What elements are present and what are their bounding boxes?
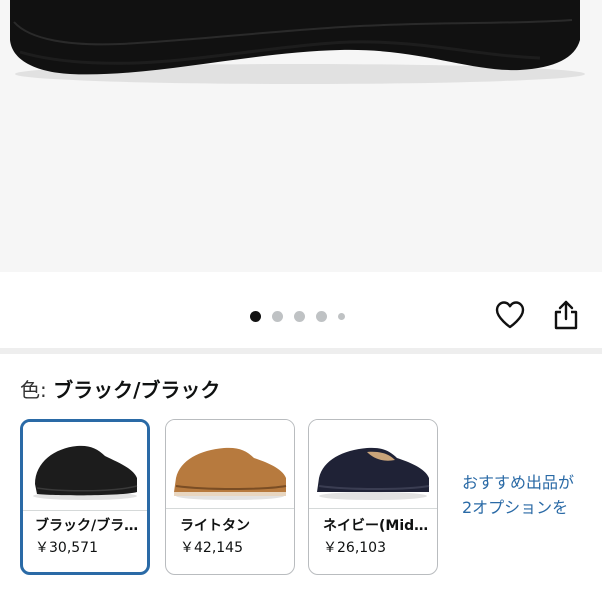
product-image[interactable] <box>0 0 602 272</box>
variant-swatch-light-tan[interactable]: ライトタン ￥42,145 <box>165 419 295 575</box>
share-button[interactable] <box>549 298 583 332</box>
more-offers-link[interactable]: おすすめ出品が 2オプションを <box>462 470 602 520</box>
color-label: 色: <box>20 378 54 402</box>
shoe-image <box>0 0 602 272</box>
carousel-dot-4[interactable] <box>316 310 327 322</box>
variant-price: ￥42,145 <box>180 540 243 556</box>
color-selected-value: ブラック/ブラック <box>53 378 221 402</box>
more-offers-line-1: おすすめ出品が <box>462 473 575 492</box>
carousel-dots <box>250 310 345 322</box>
variant-thumbnail <box>23 422 147 510</box>
variant-swatch-black[interactable]: ブラック/ブラック ￥30,571 <box>20 419 150 575</box>
variant-price: ￥26,103 <box>323 540 386 556</box>
variant-thumbnail <box>166 420 294 508</box>
variant-name: ブラック/ブラック <box>35 518 141 534</box>
carousel-dot-1[interactable] <box>250 310 261 322</box>
variant-name: ライトタン <box>180 518 250 534</box>
carousel-dot-2[interactable] <box>272 310 283 322</box>
heart-outline-icon <box>495 301 525 329</box>
carousel-dot-3[interactable] <box>294 310 305 322</box>
section-divider <box>0 348 602 354</box>
variant-swatch-navy[interactable]: ネイビー(Midnight Navy) ￥26,103 <box>308 419 438 575</box>
color-selection-label: 色: ブラック/ブラック <box>20 377 220 403</box>
carousel-dot-5[interactable] <box>338 312 345 320</box>
variant-price: ￥30,571 <box>35 540 98 556</box>
share-icon <box>554 300 578 330</box>
image-carousel-bar <box>0 272 602 348</box>
variant-name: ネイビー(Midnight Navy) <box>323 518 429 534</box>
more-offers-line-2: 2オプションを <box>462 498 569 517</box>
variant-thumbnail <box>309 420 437 508</box>
favorite-button[interactable] <box>493 298 527 332</box>
